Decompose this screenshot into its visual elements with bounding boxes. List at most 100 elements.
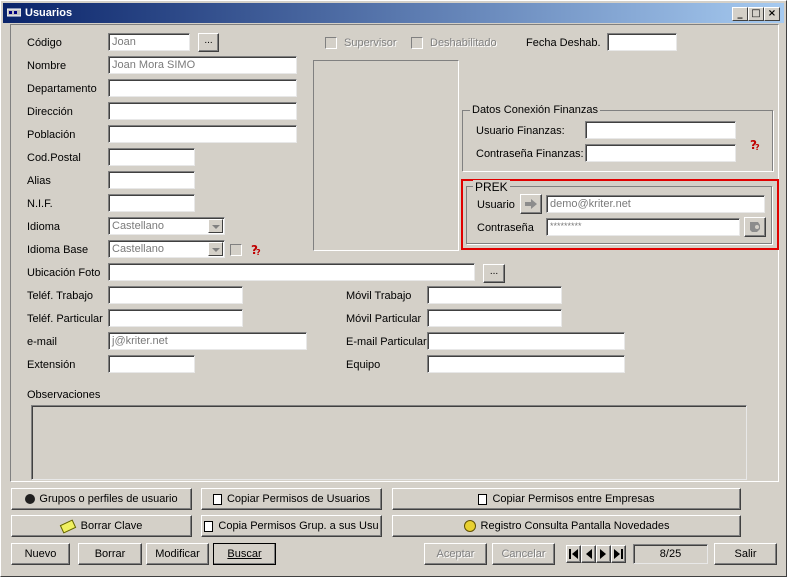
ubicacion-foto-browse-button[interactable]: ... [483, 264, 505, 283]
next-icon [600, 549, 606, 559]
ubicacion-foto-input[interactable] [108, 263, 475, 281]
cod-postal-label: Cod.Postal [27, 152, 81, 164]
last-record-button[interactable] [611, 545, 626, 563]
window-title: Usuarios [25, 7, 73, 19]
maximize-button[interactable]: □ [748, 7, 764, 21]
departamento-label: Departamento [27, 83, 97, 95]
email-particular-input[interactable] [427, 332, 625, 350]
movil-particular-label: Móvil Particular [346, 313, 422, 325]
cancelar-label: Cancelar [501, 548, 546, 560]
registro-consulta-button[interactable]: Registro Consulta Pantalla Novedades [392, 515, 741, 537]
idioma-base-select[interactable]: Castellano [108, 240, 225, 258]
ubicacion-foto-label: Ubicación Foto [27, 267, 101, 279]
prek-contrasena-label: Contraseña [477, 222, 534, 234]
copiar-permisos-empresas-label: Copiar Permisos entre Empresas [492, 493, 655, 505]
extension-input[interactable] [108, 355, 195, 373]
svg-text:?: ? [755, 143, 760, 151]
direccion-input[interactable] [108, 102, 297, 120]
prek-key-button[interactable] [744, 217, 766, 237]
idioma-base-checkbox[interactable] [230, 244, 242, 256]
idioma-value: Castellano [112, 220, 164, 232]
nif-input[interactable] [108, 194, 195, 212]
prek-usuario-label: Usuario [477, 199, 515, 211]
copia-permisos-grup-label: Copia Permisos Grup. a sus Usu [218, 520, 379, 532]
departamento-input[interactable] [108, 79, 297, 97]
copy-icon [478, 493, 488, 505]
email-particular-label: E-mail Particular [346, 336, 427, 348]
email-input[interactable]: j@kriter.net [108, 332, 307, 350]
email-label: e-mail [27, 336, 57, 348]
movil-particular-input[interactable] [427, 309, 562, 327]
telf-particular-label: Teléf. Particular [27, 313, 103, 325]
codigo-browse-button[interactable]: ... [198, 33, 219, 52]
finanzas-group-title: Datos Conexión Finanzas [470, 104, 600, 116]
nombre-label: Nombre [27, 60, 67, 72]
copy-icon [212, 493, 222, 505]
prek-login-button[interactable] [520, 194, 542, 214]
aceptar-button[interactable]: Aceptar [424, 543, 487, 565]
users-icon [7, 8, 21, 17]
first-icon [569, 549, 578, 559]
borrar-button[interactable]: Borrar [78, 543, 142, 565]
supervisor-label: Supervisor [344, 37, 397, 49]
nombre-input[interactable]: Joan Mora SIMO [108, 56, 297, 74]
modificar-button[interactable]: Modificar [146, 543, 209, 565]
last-icon [614, 549, 623, 559]
nuevo-label: Nuevo [24, 548, 57, 560]
deshabilitado-checkbox[interactable] [411, 37, 423, 49]
prev-record-button[interactable] [581, 545, 596, 563]
grupos-perfiles-button[interactable]: Grupos o perfiles de usuario [11, 488, 192, 510]
user-info-icon [463, 520, 476, 533]
usuario-finanzas-input[interactable] [585, 121, 736, 139]
minimize-button[interactable]: _ [732, 7, 748, 21]
salir-label: Salir [734, 548, 757, 560]
nuevo-button[interactable]: Nuevo [11, 543, 70, 565]
observaciones-textarea[interactable] [31, 405, 747, 480]
borrar-clave-button[interactable]: Borrar Clave [11, 515, 192, 537]
first-record-button[interactable] [566, 545, 581, 563]
copiar-permisos-empresas-button[interactable]: Copiar Permisos entre Empresas [392, 488, 741, 510]
prev-icon [586, 549, 592, 559]
svg-text:?: ? [256, 248, 261, 256]
idioma-select[interactable]: Castellano [108, 217, 225, 235]
telf-trabajo-input[interactable] [108, 286, 243, 304]
poblacion-input[interactable] [108, 125, 297, 143]
help-icon[interactable]: ?? [748, 137, 762, 151]
copiar-permisos-usuarios-label: Copiar Permisos de Usuarios [226, 493, 371, 505]
help-icon[interactable]: ?? [249, 242, 263, 256]
cod-postal-input[interactable] [108, 148, 195, 166]
idioma-base-label: Idioma Base [27, 244, 89, 256]
telf-particular-input[interactable] [108, 309, 243, 327]
photo-frame[interactable] [313, 60, 459, 251]
equipo-label: Equipo [346, 359, 381, 371]
extension-label: Extensión [27, 359, 76, 371]
chevron-down-icon[interactable] [208, 219, 223, 233]
telf-trabajo-label: Teléf. Trabajo [27, 290, 94, 302]
groups-icon [25, 494, 36, 505]
contrasena-finanzas-input[interactable] [585, 144, 736, 162]
next-record-button[interactable] [596, 545, 611, 563]
copiar-permisos-usuarios-button[interactable]: Copiar Permisos de Usuarios [201, 488, 382, 510]
title-bar: Usuarios _ □ × [3, 3, 784, 23]
observaciones-label: Observaciones [27, 389, 101, 401]
fecha-deshab-input[interactable] [607, 33, 677, 51]
cancelar-button[interactable]: Cancelar [492, 543, 555, 565]
alias-label: Alias [27, 175, 51, 187]
prek-usuario-input[interactable]: demo@kriter.net [546, 195, 765, 213]
contrasena-finanzas-label: Contraseña Finanzas: [476, 148, 584, 160]
copia-permisos-grup-button[interactable]: Copia Permisos Grup. a sus Usu [201, 515, 382, 537]
codigo-input[interactable]: Joan [108, 33, 190, 51]
deshabilitado-label: Deshabilitado [430, 37, 497, 49]
buscar-button[interactable]: Buscar [213, 543, 276, 565]
chevron-down-icon[interactable] [208, 242, 223, 256]
alias-input[interactable] [108, 171, 195, 189]
movil-trabajo-input[interactable] [427, 286, 562, 304]
salir-button[interactable]: Salir [714, 543, 777, 565]
copy-icon [204, 520, 214, 532]
supervisor-checkbox[interactable] [325, 37, 337, 49]
nif-label: N.I.F. [27, 198, 53, 210]
equipo-input[interactable] [427, 355, 625, 373]
close-button[interactable]: × [764, 7, 780, 21]
prek-contrasena-input[interactable]: ********* [546, 218, 740, 236]
idioma-base-value: Castellano [112, 243, 164, 255]
